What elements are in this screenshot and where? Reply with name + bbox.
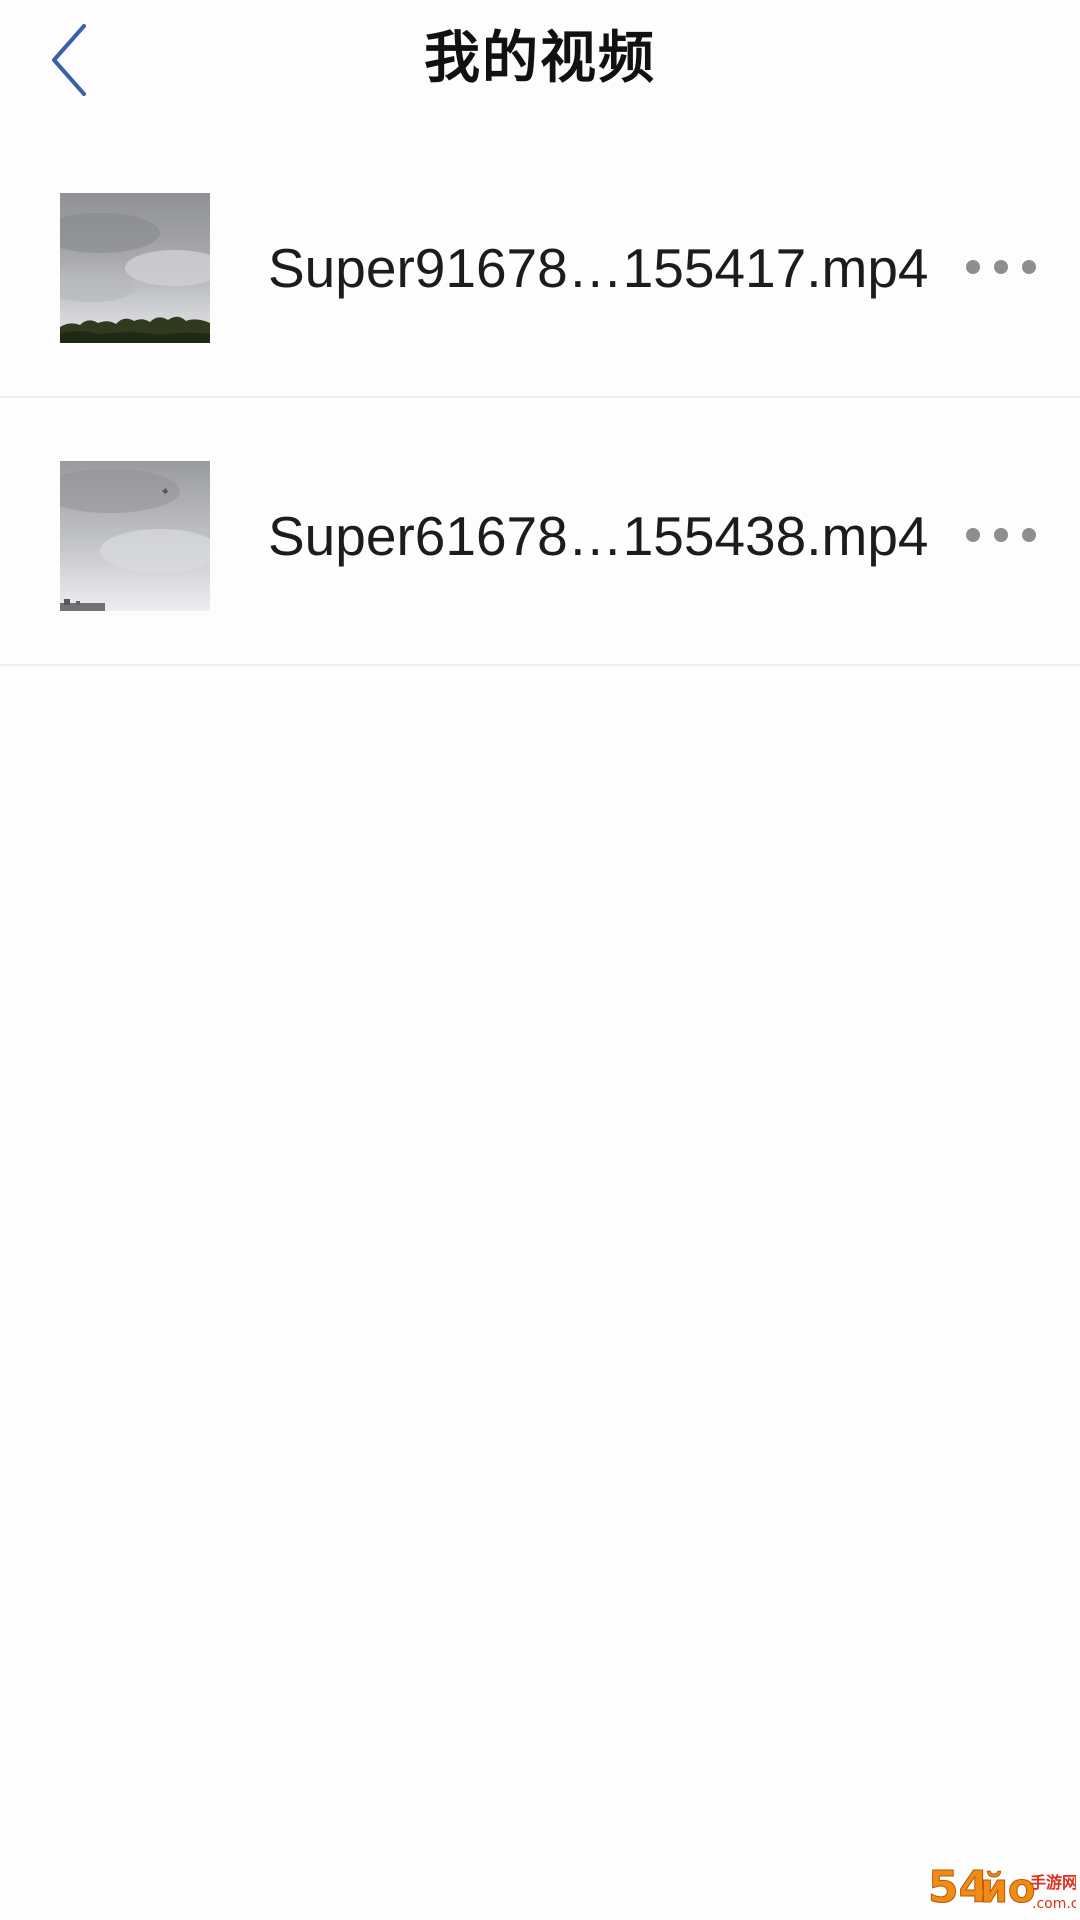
more-horizontal-icon — [966, 260, 1036, 274]
watermark-logo: 54 й o 手游网 .com.cn — [926, 1856, 1077, 1918]
video-list-item[interactable]: Super91678…155417.mp4 — [0, 130, 1080, 398]
page-title: 我的视频 — [424, 25, 656, 91]
svg-text:.com.cn: .com.cn — [1032, 1896, 1076, 1912]
video-thumbnail[interactable] — [60, 461, 210, 611]
svg-text:й: й — [980, 1866, 1008, 1912]
more-horizontal-icon — [966, 528, 1036, 542]
svg-text:手游网: 手游网 — [1030, 1873, 1076, 1892]
video-thumbnail[interactable] — [60, 193, 210, 343]
video-file-name: Super91678…155417.mp4 — [268, 237, 929, 299]
video-list-item[interactable]: Super61678…155438.mp4 — [0, 398, 1080, 666]
more-options-button[interactable] — [964, 247, 1038, 287]
video-file-name: Super61678…155438.mp4 — [268, 505, 929, 567]
header-bar: 我的视频 — [0, 0, 1080, 130]
more-options-button[interactable] — [964, 515, 1038, 555]
video-list: Super91678…155417.mp4 Super61678…155438.… — [0, 130, 1080, 666]
